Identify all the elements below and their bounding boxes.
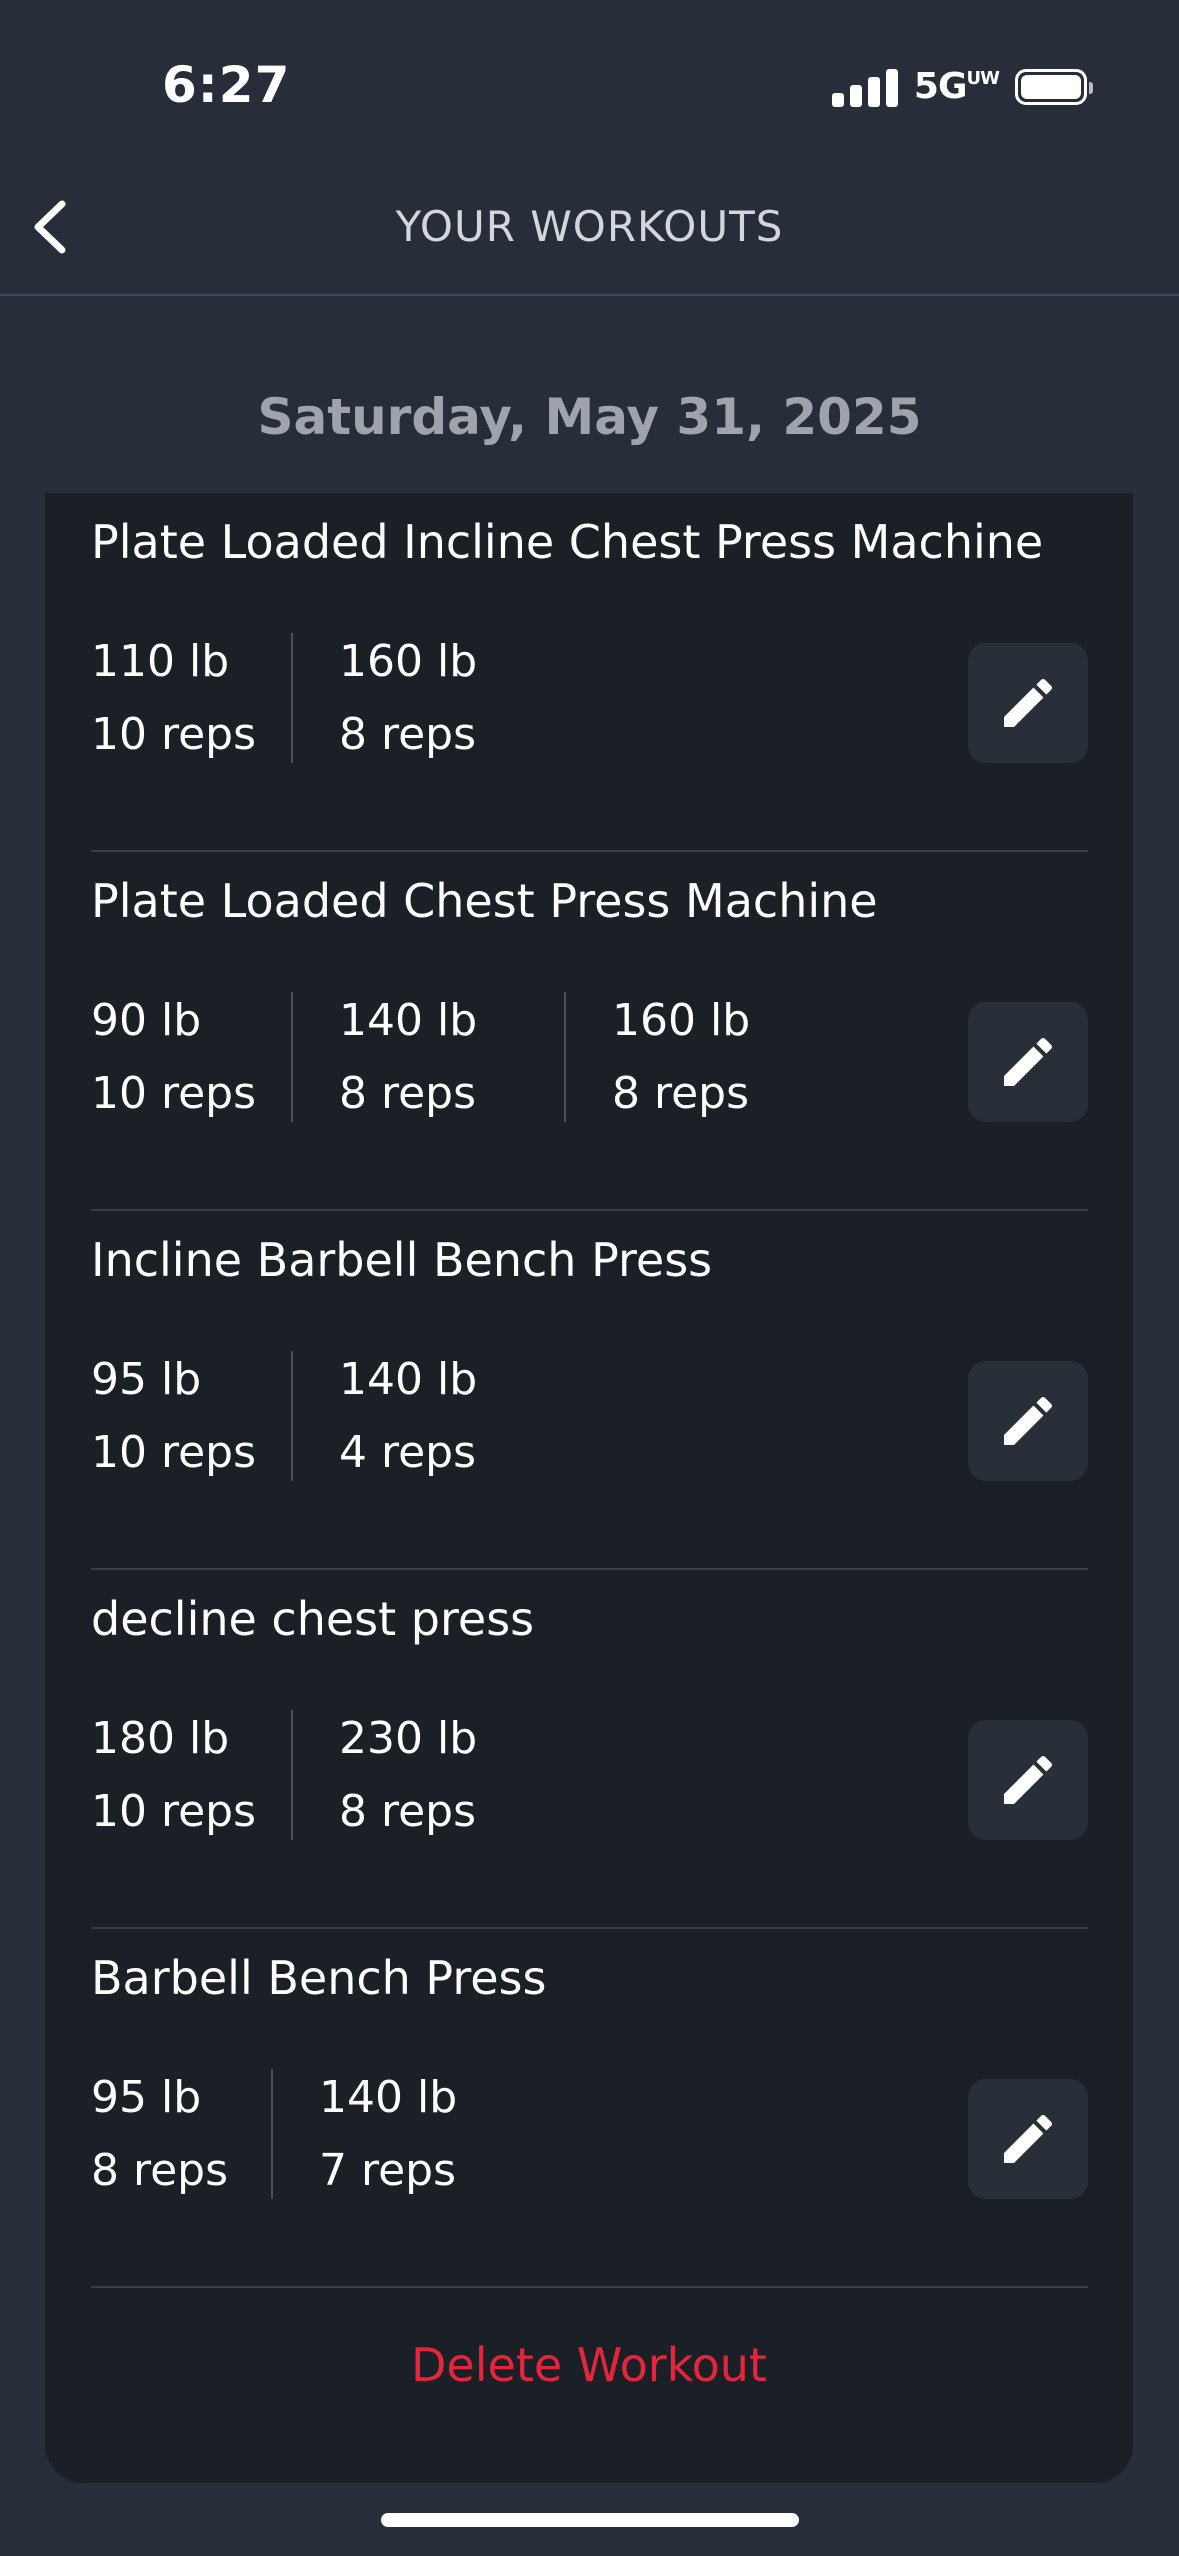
- pencil-icon: [1004, 1037, 1053, 1086]
- set-weight: 140 lb: [339, 995, 478, 1046]
- set-list: 90 lb 10 reps 140 lb 8 reps 160 lb 8 reps: [91, 992, 792, 1122]
- exercise-row: Barbell Bench Press 95 lb 8 reps 140 lb 7 re…: [91, 1929, 1088, 2288]
- network-sup: UW: [966, 68, 1000, 89]
- set-entry: 140 lb 7 reps: [271, 2069, 499, 2199]
- edit-exercise-button[interactable]: [968, 2079, 1088, 2199]
- set-entry: 160 lb 8 reps: [291, 633, 519, 763]
- workout-card: Plate Loaded Incline Chest Press Machine…: [45, 493, 1133, 2483]
- exercise-row: Incline Barbell Bench Press 95 lb 10 reps 1…: [91, 1211, 1088, 1570]
- exercise-name: Plate Loaded Incline Chest Press Machine: [91, 515, 1044, 569]
- edit-exercise-button[interactable]: [968, 1361, 1088, 1481]
- battery-icon: [1015, 68, 1093, 105]
- set-list: 110 lb 10 reps 160 lb 8 reps: [91, 633, 519, 763]
- set-reps: 8 reps: [339, 1068, 477, 1119]
- status-time: 6:27: [162, 56, 291, 114]
- set-weight: 95 lb: [91, 1354, 202, 1405]
- set-reps: 10 reps: [91, 1068, 257, 1119]
- set-weight: 110 lb: [91, 636, 230, 687]
- set-weight: 140 lb: [319, 2072, 458, 2123]
- set-weight: 90 lb: [91, 995, 202, 1046]
- pencil-icon: [1004, 1396, 1053, 1445]
- set-reps: 10 reps: [91, 709, 257, 760]
- set-entry: 140 lb 4 reps: [291, 1351, 519, 1481]
- pencil-icon: [1004, 2114, 1053, 2163]
- nav-header: YOUR WORKOUTS: [0, 160, 1179, 296]
- exercise-row: decline chest press 180 lb 10 reps 230 lb 8 …: [91, 1570, 1088, 1929]
- home-indicator: [381, 2513, 799, 2527]
- delete-workout-button[interactable]: Delete Workout: [45, 2338, 1133, 2392]
- set-weight: 95 lb: [91, 2072, 202, 2123]
- row-divider: [91, 2286, 1088, 2288]
- set-reps: 8 reps: [91, 2145, 229, 2196]
- set-reps: 8 reps: [339, 1786, 477, 1837]
- set-reps: 4 reps: [339, 1427, 477, 1478]
- exercise-row: Plate Loaded Chest Press Machine 90 lb 10 …: [91, 852, 1088, 1211]
- set-reps: 10 reps: [91, 1786, 257, 1837]
- network-indicator: 5GUW: [913, 66, 1000, 107]
- status-bar: 6:27 5GUW: [0, 0, 1179, 160]
- set-weight: 180 lb: [91, 1713, 230, 1764]
- set-reps: 8 reps: [612, 1068, 750, 1119]
- set-entry: 140 lb 8 reps: [291, 992, 564, 1122]
- exercise-row: Plate Loaded Incline Chest Press Machine…: [91, 493, 1088, 852]
- set-reps: 10 reps: [91, 1427, 257, 1478]
- set-entry: 160 lb 8 reps: [564, 992, 792, 1122]
- set-entry: 180 lb 10 reps: [91, 1710, 291, 1840]
- set-weight: 160 lb: [612, 995, 751, 1046]
- edit-exercise-button[interactable]: [968, 643, 1088, 763]
- set-entry: 90 lb 10 reps: [91, 992, 291, 1122]
- set-entry: 230 lb 8 reps: [291, 1710, 519, 1840]
- set-weight: 140 lb: [339, 1354, 478, 1405]
- set-weight: 230 lb: [339, 1713, 478, 1764]
- set-list: 180 lb 10 reps 230 lb 8 reps: [91, 1710, 519, 1840]
- set-entry: 95 lb 10 reps: [91, 1351, 291, 1481]
- network-label: 5G: [913, 66, 968, 107]
- workout-date: Saturday, May 31, 2025: [257, 388, 922, 446]
- set-weight: 160 lb: [339, 636, 478, 687]
- pencil-icon: [1004, 678, 1053, 727]
- exercise-name: Incline Barbell Bench Press: [91, 1233, 713, 1287]
- pencil-icon: [1004, 1755, 1053, 1804]
- page-title: YOUR WORKOUTS: [395, 202, 784, 251]
- exercise-name: Barbell Bench Press: [91, 1951, 547, 2005]
- set-list: 95 lb 10 reps 140 lb 4 reps: [91, 1351, 519, 1481]
- set-reps: 7 reps: [319, 2145, 457, 2196]
- exercise-name: Plate Loaded Chest Press Machine: [91, 874, 878, 928]
- set-entry: 95 lb 8 reps: [91, 2069, 271, 2199]
- edit-exercise-button[interactable]: [968, 1002, 1088, 1122]
- edit-exercise-button[interactable]: [968, 1720, 1088, 1840]
- set-list: 95 lb 8 reps 140 lb 7 reps: [91, 2069, 499, 2199]
- signal-icon: [831, 67, 898, 107]
- status-indicators: 5GUW: [831, 66, 1093, 107]
- exercise-name: decline chest press: [91, 1592, 535, 1646]
- set-reps: 8 reps: [339, 709, 477, 760]
- set-entry: 110 lb 10 reps: [91, 633, 291, 763]
